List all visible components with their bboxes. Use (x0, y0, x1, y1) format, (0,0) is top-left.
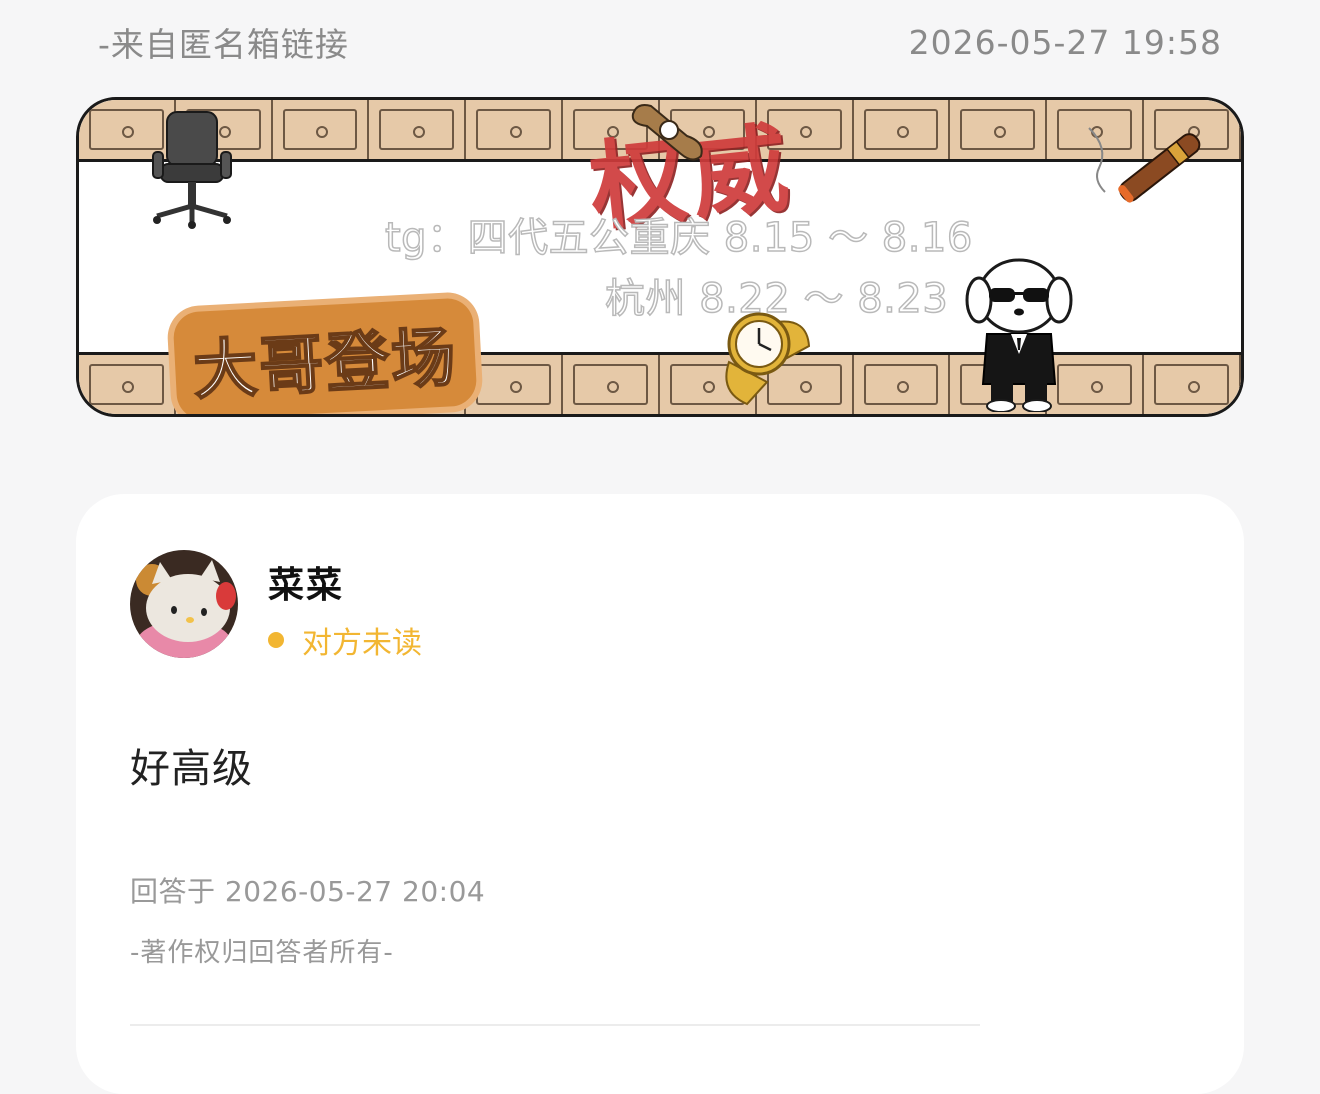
avatar[interactable] (130, 550, 238, 658)
copyright-notice: -著作权归回答者所有- (130, 938, 394, 968)
answered-timestamp: 回答于 2026-05-27 20:04 (130, 875, 486, 908)
question-banner-image: 权威 tg：四代五公重庆 8.15 ～ 8.16 杭州 8.22 ～ 8.23 (76, 97, 1244, 417)
dog-in-suit-icon (965, 258, 1073, 412)
banner-line-1: tg：四代五公重庆 8.15 ～ 8.16 (384, 214, 973, 262)
answer-card: 菜菜 对方未读 好高级 回答于 2026-05-27 20:04 -著作权归回答… (76, 494, 1244, 1094)
divider (130, 1024, 980, 1026)
cigar-icon (1088, 127, 1201, 203)
question-meta: -来自匿名箱链接 2026-05-27 19:58 (98, 18, 1222, 66)
office-chair-icon (152, 111, 232, 229)
read-status-label: 对方未读 (302, 626, 422, 661)
username[interactable]: 菜菜 (268, 556, 344, 608)
question-source: -来自匿名箱链接 (98, 25, 349, 64)
cigar-cutter-icon (631, 104, 703, 161)
avatar-image (130, 550, 238, 658)
banner-badge: 大哥登场 (172, 297, 478, 414)
gold-watch-icon (725, 312, 811, 406)
read-status: 对方未读 (268, 618, 422, 662)
status-dot-icon (268, 632, 284, 648)
question-timestamp: 2026-05-27 19:58 (908, 22, 1222, 62)
answer-text: 好高级 (130, 746, 253, 792)
